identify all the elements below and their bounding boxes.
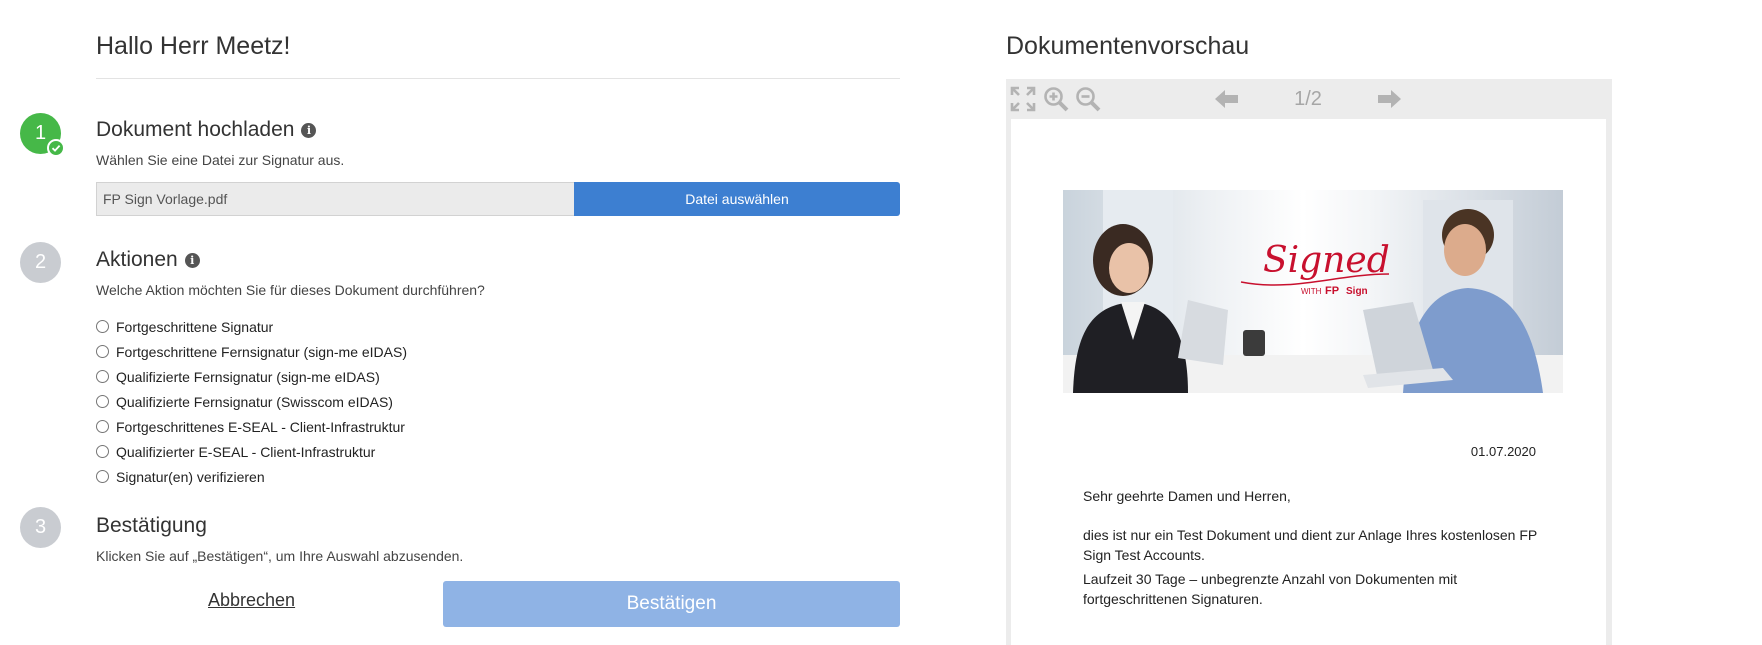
banner-sign-text: Sign (1346, 286, 1368, 297)
action-option-label: Fortgeschrittene Signatur (116, 318, 274, 335)
document-salutation: Sehr geehrte Damen und Herren, (1083, 488, 1291, 504)
action-option-label: Qualifizierter E-SEAL - Client-Infrastru… (116, 443, 376, 460)
step-3-title: Bestätigung (96, 514, 207, 537)
header-divider (96, 78, 900, 79)
action-option-label: Qualifizierte Fernsignatur (Swisscom eID… (116, 393, 393, 410)
step-1-number: 1 (34, 122, 47, 144)
radio-button[interactable] (96, 370, 109, 383)
step-3-indicator: 3 (20, 507, 61, 548)
arrow-left-icon[interactable] (1212, 85, 1240, 113)
step-1-heading: Dokument hochladen i (96, 118, 317, 142)
banner-brand-text: FP (1325, 285, 1339, 297)
info-icon[interactable]: i (184, 252, 200, 268)
step-2-number: 2 (34, 251, 47, 273)
action-option-label: Signatur(en) verifizieren (116, 468, 265, 485)
zoom-out-icon[interactable] (1074, 85, 1102, 113)
action-option[interactable]: Signatur(en) verifizieren (96, 464, 407, 489)
radio-button[interactable] (96, 345, 109, 358)
arrow-right-icon[interactable] (1376, 85, 1404, 113)
radio-button[interactable] (96, 395, 109, 408)
step-3-description: Klicken Sie auf „Bestätigen“, um Ihre Au… (96, 548, 464, 564)
radio-button[interactable] (96, 320, 109, 333)
preview-title: Dokumentenvorschau (1006, 32, 1250, 60)
document-paragraph: dies ist nur ein Test Dokument und dient… (1083, 527, 1537, 563)
action-option[interactable]: Fortgeschrittene Signatur (96, 314, 407, 339)
action-option[interactable]: Qualifizierter E-SEAL - Client-Infrastru… (96, 439, 407, 464)
choose-file-button[interactable]: Datei auswählen (574, 182, 900, 216)
greeting-title: Hallo Herr Meetz! (96, 32, 291, 60)
action-option-label: Qualifizierte Fernsignatur (sign-me eIDA… (116, 368, 380, 385)
info-icon[interactable]: i (301, 122, 317, 138)
document-page: Signed WITH FP Sign 01.07.2020 Sehr geeh… (1011, 119, 1606, 645)
radio-button[interactable] (96, 420, 109, 433)
action-option[interactable]: Fortgeschrittene Fernsignatur (sign-me e… (96, 339, 407, 364)
radio-button[interactable] (96, 470, 109, 483)
document-date: 01.07.2020 (1470, 444, 1536, 459)
step-2-heading: Aktionen i (96, 248, 200, 272)
document-paragraph: Laufzeit 30 Tage – unbegrenzte Anzahl vo… (1083, 571, 1458, 607)
signature-workflow-panel: Hallo Herr Meetz! 1 Dokument hochladen i… (0, 0, 920, 645)
action-option-label: Fortgeschrittenes E-SEAL - Client-Infras… (116, 418, 405, 435)
banner-with-text: WITH (1301, 287, 1322, 296)
action-option[interactable]: Qualifizierte Fernsignatur (sign-me eIDA… (96, 364, 407, 389)
step-2-indicator: 2 (20, 242, 61, 283)
fullscreen-icon[interactable] (1009, 85, 1037, 113)
file-name-field[interactable]: FP Sign Vorlage.pdf (96, 182, 574, 216)
step-3-heading: Bestätigung (96, 514, 207, 538)
check-icon (47, 139, 65, 157)
file-upload-row: FP Sign Vorlage.pdf Datei auswählen (96, 182, 900, 216)
step-3-number: 3 (34, 516, 47, 538)
step-2-description: Welche Aktion möchten Sie für dieses Dok… (96, 282, 485, 298)
step-1-indicator: 1 (20, 113, 65, 157)
action-option[interactable]: Qualifizierte Fernsignatur (Swisscom eID… (96, 389, 407, 414)
step-2-title: Aktionen (96, 248, 178, 271)
cancel-link[interactable]: Abbrechen (208, 590, 295, 611)
action-option[interactable]: Fortgeschrittenes E-SEAL - Client-Infras… (96, 414, 407, 439)
viewer-toolbar: 1/2 (1006, 79, 1612, 119)
confirm-button[interactable]: Bestätigen (443, 581, 900, 627)
page-indicator: 1/2 (1294, 88, 1322, 110)
zoom-in-icon[interactable] (1042, 85, 1070, 113)
step-1-title: Dokument hochladen (96, 118, 295, 141)
banner-image: Signed WITH FP Sign (1063, 190, 1563, 393)
step-1-description: Wählen Sie eine Datei zur Signatur aus. (96, 152, 345, 168)
action-radio-group: Fortgeschrittene Signatur Fortgeschritte… (96, 314, 407, 489)
action-option-label: Fortgeschrittene Fernsignatur (sign-me e… (116, 343, 407, 360)
radio-button[interactable] (96, 445, 109, 458)
document-viewer: 1/2 Signed WITH FP Sign 01.07.2020 Sehr … (1006, 79, 1612, 645)
